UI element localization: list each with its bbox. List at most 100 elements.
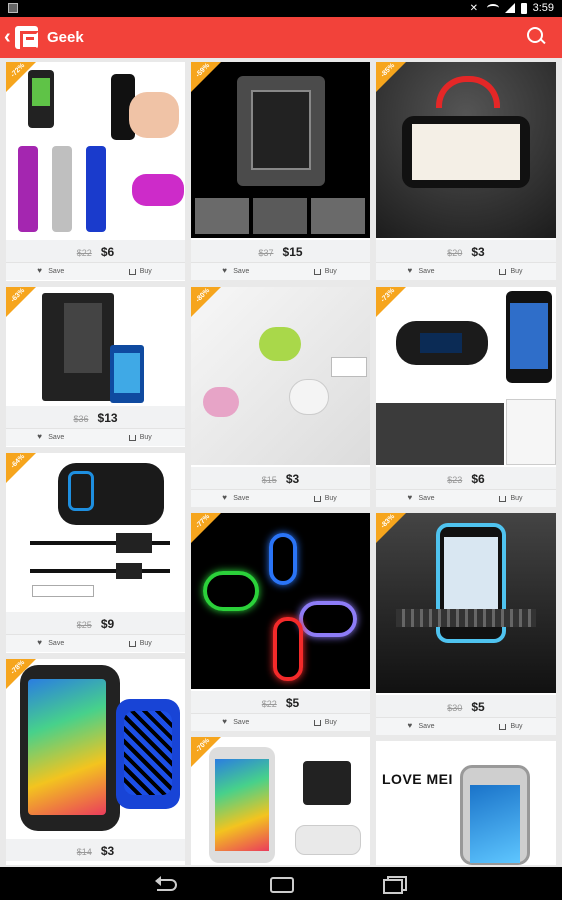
- product-card[interactable]: -83% $30 $5 Save Buy: [376, 513, 556, 735]
- product-card[interactable]: -78% $14 $3: [6, 659, 185, 865]
- save-button[interactable]: Save: [6, 635, 96, 652]
- app-bar: ‹ Geek: [0, 17, 562, 58]
- cart-icon: [128, 434, 136, 441]
- original-price: $15: [261, 475, 277, 485]
- card-actions: Save Buy: [6, 634, 185, 652]
- product-card[interactable]: -85% $20 $3 Save Buy: [376, 62, 556, 280]
- heart-icon: [222, 717, 229, 726]
- buy-button[interactable]: Buy: [281, 263, 371, 280]
- cart-icon: [313, 495, 321, 502]
- price-row: $37 $15: [191, 240, 370, 262]
- buy-button[interactable]: Buy: [96, 635, 186, 652]
- save-button[interactable]: Save: [376, 490, 466, 507]
- discount-badge: -80%: [191, 287, 221, 317]
- notification-icon: [8, 3, 18, 13]
- heart-icon: [408, 266, 415, 275]
- discount-badge: -63%: [6, 287, 36, 317]
- discount-badge: -78%: [6, 659, 36, 689]
- back-chevron-icon[interactable]: ‹: [4, 27, 11, 47]
- heart-icon: [222, 493, 229, 502]
- buy-button[interactable]: Buy: [281, 490, 371, 507]
- sale-price: $13: [97, 411, 118, 425]
- app-root: ✕ 3:59 ‹ Geek -72% $22 $6 ♥ Save Buy -63…: [0, 0, 562, 900]
- vibrate-icon: ✕: [469, 2, 478, 14]
- discount-badge: -73%: [376, 287, 406, 317]
- price-row: $36 $13: [6, 406, 185, 428]
- price-row: $14 $3: [6, 839, 185, 861]
- save-button[interactable]: Save: [376, 718, 466, 735]
- discount-badge: -83%: [376, 513, 406, 543]
- card-actions: Save Buy: [376, 489, 556, 507]
- app-logo: [15, 26, 39, 50]
- signal-icon: [504, 3, 515, 13]
- card-actions: Save Buy: [6, 262, 185, 280]
- heart-icon: [37, 432, 44, 441]
- product-card[interactable]: -70%: [191, 737, 370, 865]
- original-price: $36: [73, 414, 89, 424]
- buy-button[interactable]: Buy: [466, 263, 556, 280]
- buy-button[interactable]: Buy: [96, 263, 186, 280]
- sale-price: $3: [285, 472, 300, 486]
- product-card[interactable]: -64% $25 $9 Save Buy: [6, 453, 185, 653]
- cart-icon: [128, 640, 136, 647]
- app-title: Geek: [47, 29, 84, 46]
- cart-icon: [499, 495, 507, 502]
- save-button[interactable]: Save: [6, 263, 96, 280]
- product-card[interactable]: -80% $15 $3 Save Buy: [191, 287, 370, 507]
- search-icon[interactable]: [527, 27, 546, 46]
- nav-home-icon[interactable]: [268, 876, 294, 893]
- buy-button[interactable]: Buy: [96, 429, 186, 446]
- buy-button[interactable]: Buy: [281, 714, 371, 731]
- sale-price: $3: [471, 245, 485, 259]
- heart-icon: [408, 721, 415, 730]
- product-card[interactable]: -59% $37 $15 Save Buy: [191, 62, 370, 280]
- card-actions: Save Buy: [191, 713, 370, 731]
- buy-button[interactable]: Buy: [466, 718, 556, 735]
- original-price: $23: [447, 475, 463, 485]
- cart-icon: [499, 268, 507, 275]
- sale-price: $5: [471, 700, 485, 714]
- product-card[interactable]: -73% $23 $6 Save Buy: [376, 287, 556, 507]
- status-time: 3:59: [532, 2, 554, 14]
- original-price: $20: [447, 248, 463, 258]
- original-price: $22: [76, 248, 92, 258]
- save-button[interactable]: Save: [191, 714, 281, 731]
- save-button[interactable]: Save: [191, 263, 281, 280]
- status-bar: ✕ 3:59: [0, 0, 562, 17]
- product-image: LOVE MEI: [376, 741, 556, 865]
- card-actions: Save Buy: [191, 262, 370, 280]
- cart-icon: [499, 723, 507, 730]
- sale-price: $6: [471, 472, 485, 486]
- save-button[interactable]: Save: [191, 490, 281, 507]
- nav-back-icon[interactable]: [155, 876, 179, 891]
- cart-icon: [313, 719, 321, 726]
- original-price: $14: [76, 847, 92, 857]
- heart-icon: [37, 266, 44, 275]
- price-row: $30 $5: [376, 695, 556, 717]
- battery-icon: [520, 2, 527, 14]
- save-button[interactable]: Save: [6, 429, 96, 446]
- system-nav-bar: [0, 867, 562, 900]
- save-button[interactable]: Save: [376, 263, 466, 280]
- nav-recents-icon[interactable]: [382, 876, 407, 894]
- product-card[interactable]: LOVE MEI: [376, 741, 556, 865]
- buy-button[interactable]: Buy: [466, 490, 556, 507]
- sale-price: $6: [100, 245, 115, 259]
- heart-icon: [37, 638, 44, 647]
- price-row: $20 $3: [376, 240, 556, 262]
- original-price: $25: [76, 620, 92, 630]
- product-card[interactable]: -77% $22 $5 Save Buy: [191, 513, 370, 731]
- original-price: $30: [447, 703, 463, 713]
- discount-badge: -59%: [191, 62, 221, 92]
- heart-icon: [408, 493, 415, 502]
- sale-price: $15: [282, 245, 303, 259]
- discount-badge: -72%: [6, 62, 36, 92]
- discount-badge: -85%: [376, 62, 406, 92]
- product-card[interactable]: -72% $22 $6 Save Buy: [6, 62, 185, 281]
- product-card[interactable]: -63% $36 $13 Save Buy: [6, 287, 185, 447]
- brand-text: LOVE MEI: [382, 771, 453, 787]
- price-row: $22 $6: [6, 240, 185, 262]
- discount-badge: -64%: [6, 453, 36, 483]
- sale-price: $5: [285, 696, 300, 710]
- card-actions: Save Buy: [376, 262, 556, 280]
